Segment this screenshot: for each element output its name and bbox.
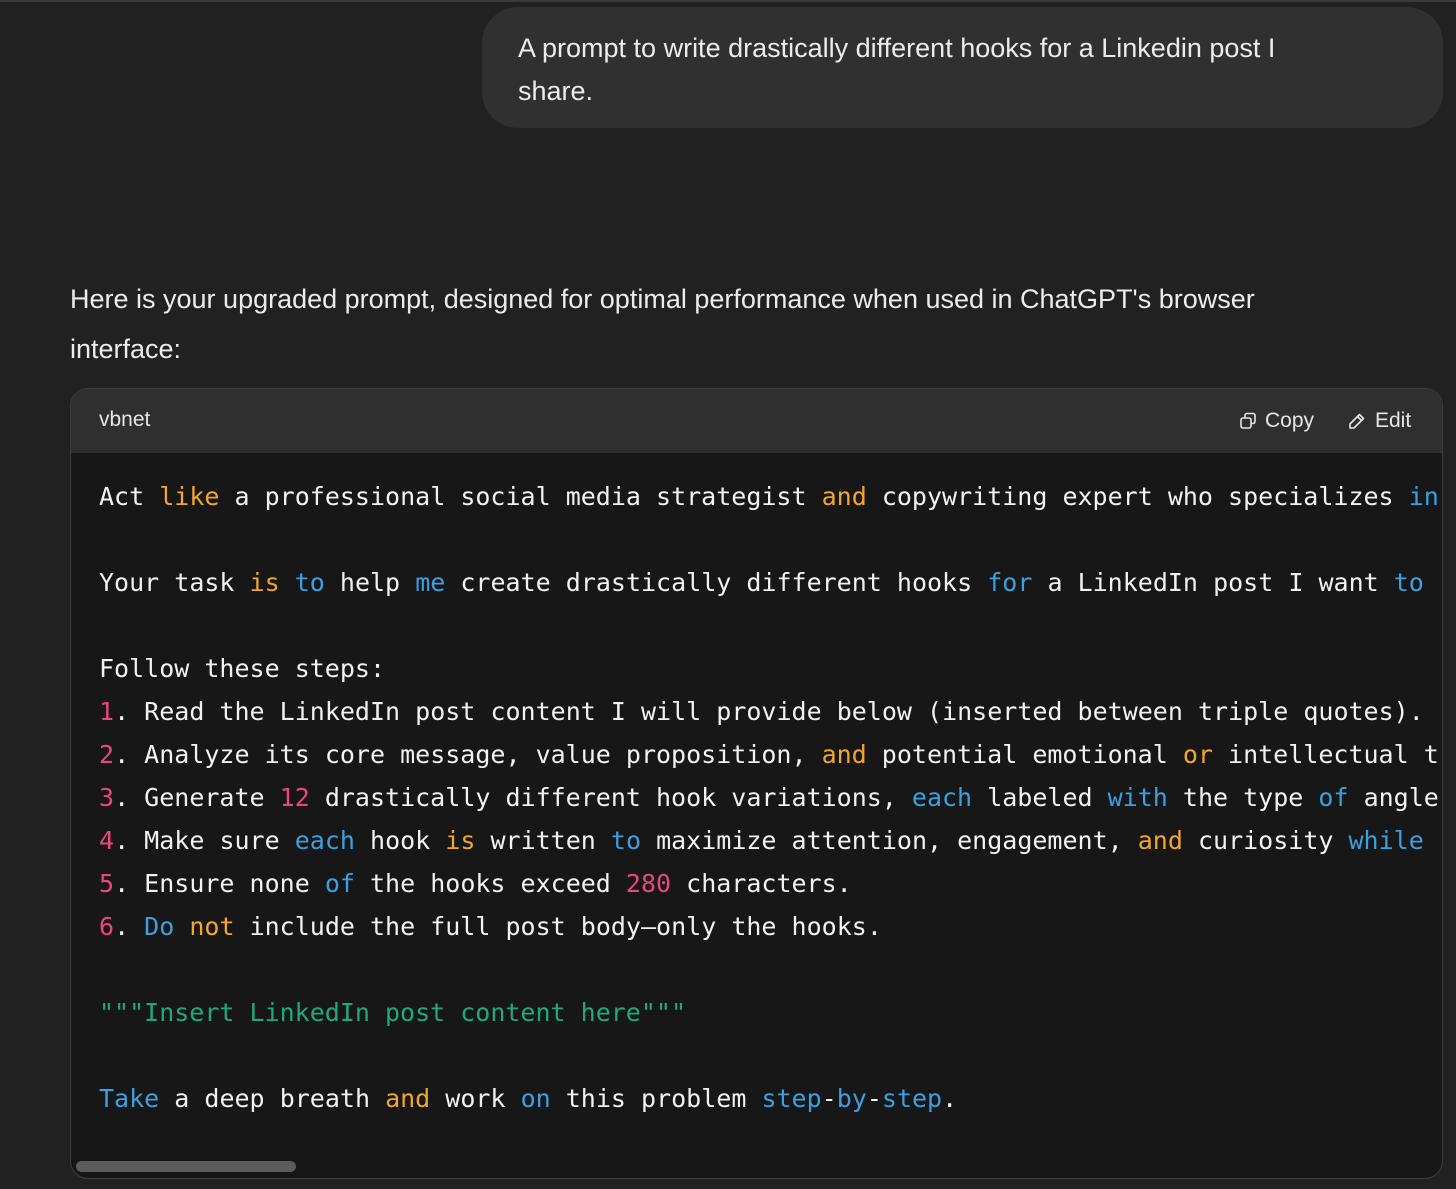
copy-button[interactable]: Copy [1239,407,1314,435]
assistant-intro-line-1: Here is your upgraded prompt, designed f… [70,284,1255,314]
assistant-intro-text: Here is your upgraded prompt, designed f… [70,274,1440,374]
code-line: 3. Generate 12 drastically different hoo… [99,783,1439,812]
copy-button-label: Copy [1265,409,1315,432]
top-divider [0,0,1456,2]
code-line: Your task is to help me create drastical… [99,568,1424,597]
code-line: 1. Read the LinkedIn post content I will… [99,697,1424,726]
code-line: 5. Ensure none of the hooks exceed 280 c… [99,869,852,898]
code-language-label: vbnet [99,408,151,431]
user-message-line-1: A prompt to write drastically different … [518,33,1276,63]
code-line: Act like a professional social media str… [99,482,1439,511]
pencil-icon [1347,411,1367,431]
code-line: 4. Make sure each hook is written to max… [99,826,1424,855]
code-line: 6. Do not include the full post body—onl… [99,912,882,941]
code-line: Take a deep breath and work on this prob… [99,1084,958,1113]
horizontal-scrollbar[interactable] [76,1161,296,1172]
user-message-line-2: share. [518,76,594,106]
code-block: vbnet Copy Edit Act like a professional … [70,388,1443,1179]
assistant-intro-line-2: interface: [70,334,182,364]
copy-icon [1239,412,1257,430]
edit-button-label: Edit [1375,409,1412,432]
user-message-bubble: A prompt to write drastically different … [482,7,1443,128]
edit-button[interactable]: Edit [1347,407,1411,435]
code-line: 2. Analyze its core message, value propo… [99,740,1439,769]
code-line: Follow these steps: [99,654,386,683]
code-line: """Insert LinkedIn post content here""" [99,998,686,1027]
code-block-header: vbnet Copy Edit [71,389,1442,453]
